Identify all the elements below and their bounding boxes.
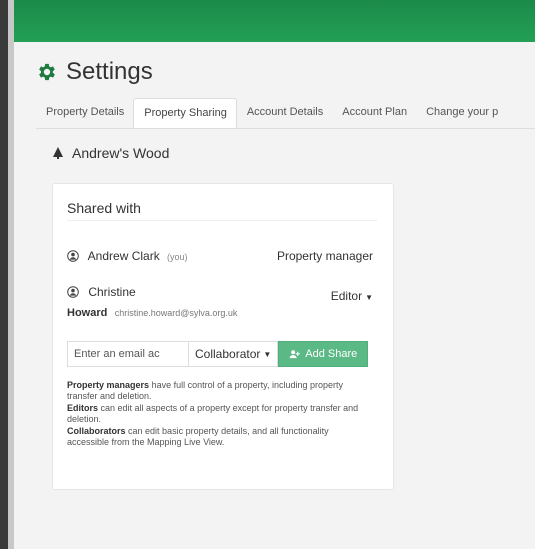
property-name: Andrew's Wood (72, 145, 170, 161)
user-icon (67, 286, 79, 298)
gear-icon (39, 63, 55, 81)
user-name: Andrew Clark (87, 249, 160, 263)
user-email: christine.howard@sylva.org.uk (114, 308, 238, 318)
role-help-text: Property managers have full control of a… (67, 380, 367, 449)
add-share-form: Collaborator▼ Add Share (67, 341, 369, 367)
add-share-label: Add Share (305, 348, 358, 360)
tab-account-plan[interactable]: Account Plan (332, 98, 416, 128)
add-user-icon (289, 349, 301, 358)
shared-user-row: Christine Editor ▼ (67, 285, 379, 303)
tab-property-details[interactable]: Property Details (36, 98, 133, 128)
user-last-name: Howard (67, 307, 108, 319)
shared-with-heading: Shared with (67, 200, 141, 216)
email-input[interactable] (67, 341, 188, 367)
page-title-text: Settings (66, 58, 153, 85)
role-label: Property manager (276, 249, 373, 263)
help-property-managers: Property managers have full control of a… (67, 380, 344, 401)
user-icon (67, 250, 79, 262)
shared-user-details: Howard christine.howard@sylva.org.uk (67, 305, 379, 319)
role-dropdown-value: Editor (330, 289, 363, 303)
you-label: (you) (167, 252, 188, 262)
tab-account-details[interactable]: Account Details (237, 98, 332, 128)
role-dropdown[interactable]: Editor ▼ (331, 289, 373, 303)
property-heading: Andrew's Wood (52, 145, 169, 161)
add-share-button[interactable]: Add Share (278, 341, 369, 367)
tab-change-password[interactable]: Change your p (416, 98, 507, 128)
top-header-bar (14, 0, 535, 42)
role-select[interactable]: Collaborator ▼ (188, 341, 279, 367)
user-first-name: Christine (88, 285, 136, 299)
sharing-panel: Shared with Andrew Clark (you) Property … (52, 183, 394, 490)
role-select-value: Collaborator (195, 347, 261, 361)
page-title: Settings (36, 58, 153, 86)
settings-tabs: Property Details Property Sharing Accoun… (36, 98, 535, 129)
settings-page: Settings Property Details Property Shari… (14, 42, 535, 549)
caret-down-icon: ▼ (263, 349, 272, 359)
help-collaborators: Collaborators can edit basic property de… (67, 426, 329, 447)
divider (67, 220, 377, 221)
tree-icon (53, 147, 63, 159)
window-frame-left (0, 0, 8, 549)
caret-down-icon: ▼ (365, 293, 373, 302)
help-editors: Editors can edit all aspects of a proper… (67, 403, 359, 424)
tab-property-sharing[interactable]: Property Sharing (133, 98, 237, 128)
shared-user-row: Andrew Clark (you) Property manager (67, 249, 379, 263)
